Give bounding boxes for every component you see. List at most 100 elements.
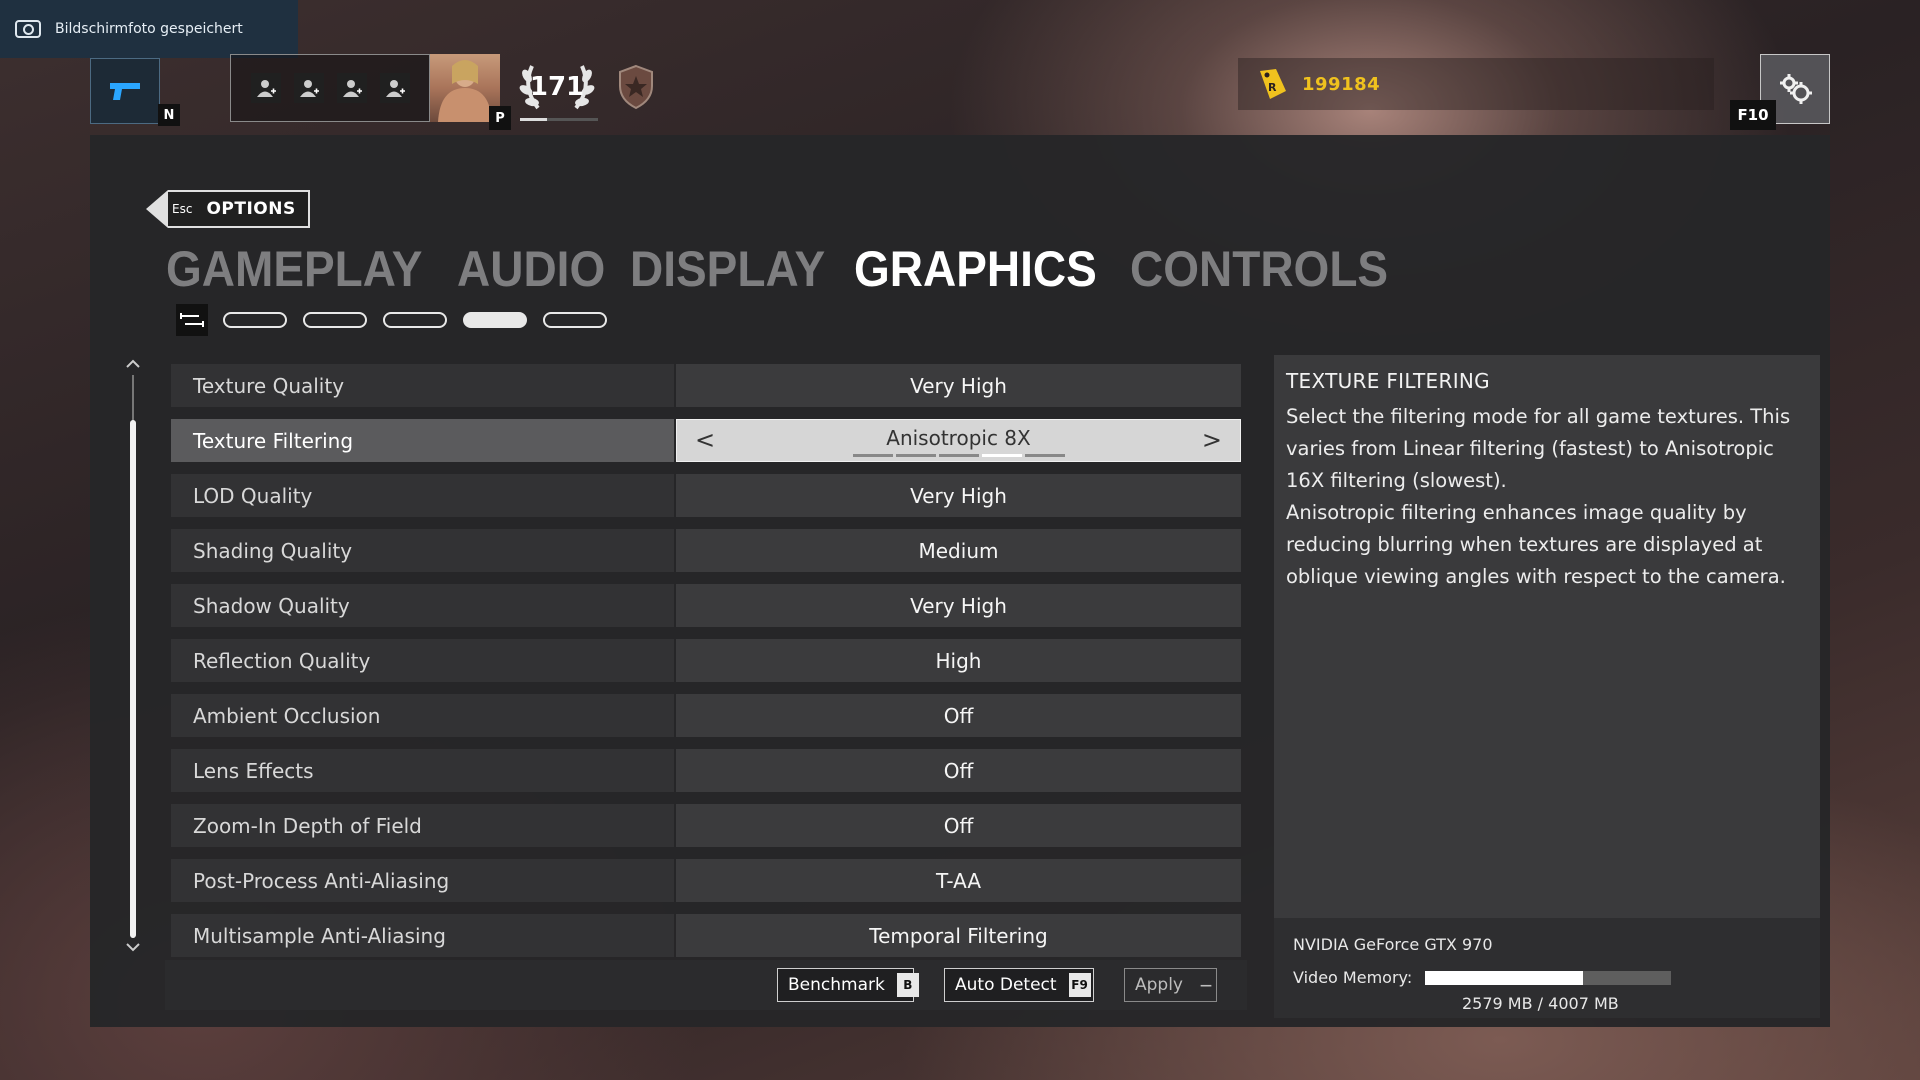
level-progress-bar bbox=[520, 118, 598, 121]
invite-friend-slot[interactable] bbox=[380, 73, 410, 103]
video-memory-bar bbox=[1425, 971, 1671, 985]
setting-name: Shading Quality bbox=[171, 529, 674, 572]
option-tick bbox=[981, 454, 1022, 457]
setting-row-shadow-quality[interactable]: Shadow Quality Very High bbox=[171, 584, 1241, 627]
loadout-button[interactable] bbox=[90, 58, 160, 124]
setting-name: Reflection Quality bbox=[171, 639, 674, 682]
apply-button[interactable]: Apply — bbox=[1124, 968, 1217, 1002]
add-friend-icon bbox=[257, 80, 276, 97]
chevron-right-icon[interactable]: > bbox=[1202, 426, 1222, 454]
invite-friend-slot[interactable] bbox=[251, 73, 281, 103]
setting-value: Anisotropic 8X bbox=[886, 425, 1031, 450]
description-text: Select the filtering mode for all game t… bbox=[1286, 405, 1791, 492]
setting-value[interactable]: Temporal Filtering bbox=[676, 914, 1241, 957]
back-arrow-icon bbox=[146, 190, 168, 228]
setting-row-texture-quality[interactable]: Texture Quality Very High bbox=[171, 364, 1241, 407]
auto-detect-label: Auto Detect bbox=[955, 975, 1057, 995]
setting-row-reflection-quality[interactable]: Reflection Quality High bbox=[171, 639, 1241, 682]
auto-detect-key: F9 bbox=[1068, 973, 1091, 997]
apply-label: Apply bbox=[1135, 975, 1183, 995]
setting-name: Multisample Anti-Aliasing bbox=[171, 914, 674, 957]
invite-friend-slot[interactable] bbox=[294, 73, 324, 103]
reset-icon[interactable] bbox=[176, 304, 208, 336]
level-progress-fill bbox=[520, 118, 548, 121]
options-label: OPTIONS bbox=[206, 199, 296, 219]
setting-name: Texture Filtering bbox=[171, 419, 674, 462]
setting-name: Zoom-In Depth of Field bbox=[171, 804, 674, 847]
description-text: Anisotropic filtering enhances image qua… bbox=[1286, 501, 1786, 588]
subtab-pill[interactable] bbox=[223, 312, 287, 328]
subtab-pill[interactable] bbox=[303, 312, 367, 328]
setting-value[interactable]: Very High bbox=[676, 584, 1241, 627]
graphics-settings-list: Texture Quality Very High Texture Filter… bbox=[171, 364, 1241, 969]
setting-row-ambient-occlusion[interactable]: Ambient Occlusion Off bbox=[171, 694, 1241, 737]
benchmark-label: Benchmark bbox=[788, 975, 885, 995]
setting-row-lod-quality[interactable]: LOD Quality Very High bbox=[171, 474, 1241, 517]
tab-gameplay[interactable]: GAMEPLAY bbox=[166, 240, 422, 298]
setting-name: LOD Quality bbox=[171, 474, 674, 517]
option-tick bbox=[1024, 454, 1065, 457]
setting-value[interactable]: Off bbox=[676, 694, 1241, 737]
description-title: TEXTURE FILTERING bbox=[1286, 369, 1490, 393]
renown-tag-icon: R bbox=[1260, 69, 1286, 99]
loadout-key-badge: N bbox=[158, 104, 180, 126]
setting-value[interactable]: Off bbox=[676, 749, 1241, 792]
setting-selector[interactable]: < Anisotropic 8X > bbox=[676, 419, 1241, 462]
subtab-pill[interactable] bbox=[383, 312, 447, 328]
setting-value[interactable]: Medium bbox=[676, 529, 1241, 572]
settings-key-badge: F10 bbox=[1730, 100, 1776, 130]
renown-amount: 199184 bbox=[1302, 73, 1381, 95]
setting-row-zoom-in-depth-of-field[interactable]: Zoom-In Depth of Field Off bbox=[171, 804, 1241, 847]
setting-value[interactable]: Very High bbox=[676, 364, 1241, 407]
setting-row-post-process-anti-aliasing[interactable]: Post-Process Anti-Aliasing T-AA bbox=[171, 859, 1241, 902]
setting-row-multisample-anti-aliasing[interactable]: Multisample Anti-Aliasing Temporal Filte… bbox=[171, 914, 1241, 957]
scroll-down-icon[interactable] bbox=[126, 940, 140, 954]
profile-key-badge: P bbox=[489, 106, 511, 130]
add-friend-icon bbox=[386, 80, 405, 97]
add-friend-icon bbox=[300, 80, 319, 97]
setting-name: Texture Quality bbox=[171, 364, 674, 407]
options-tabs: GAMEPLAY AUDIO DISPLAY GRAPHICS CONTROLS bbox=[166, 240, 1398, 298]
pistol-icon bbox=[110, 83, 140, 100]
setting-value[interactable]: Off bbox=[676, 804, 1241, 847]
setting-row-shading-quality[interactable]: Shading Quality Medium bbox=[171, 529, 1241, 572]
option-tick bbox=[895, 454, 936, 457]
renown-balance: R 199184 bbox=[1238, 58, 1714, 110]
video-memory-label: Video Memory: bbox=[1293, 968, 1413, 987]
setting-row-texture-filtering[interactable]: Texture Filtering < Anisotropic 8X > bbox=[171, 419, 1241, 462]
gpu-info-panel: NVIDIA GeForce GTX 970 Video Memory: 257… bbox=[1274, 918, 1820, 1018]
option-tick bbox=[938, 454, 979, 457]
scroll-thumb[interactable] bbox=[130, 420, 136, 938]
subtab-pill[interactable] bbox=[543, 312, 607, 328]
apply-key: — bbox=[1200, 978, 1212, 992]
setting-value[interactable]: T-AA bbox=[676, 859, 1241, 902]
tab-graphics[interactable]: GRAPHICS bbox=[854, 240, 1097, 298]
player-level: 171 bbox=[512, 52, 602, 122]
benchmark-button[interactable]: Benchmark B bbox=[777, 968, 919, 1002]
setting-description-panel: TEXTURE FILTERING Select the filtering m… bbox=[1274, 355, 1820, 918]
gpu-name: NVIDIA GeForce GTX 970 bbox=[1293, 935, 1493, 954]
level-number: 171 bbox=[529, 72, 585, 102]
rank-badge bbox=[617, 64, 655, 114]
invite-friend-slot[interactable] bbox=[337, 73, 367, 103]
options-back-button[interactable]: Esc OPTIONS bbox=[146, 190, 310, 228]
subtab-row bbox=[176, 304, 623, 336]
tab-audio[interactable]: AUDIO bbox=[457, 240, 605, 298]
squad-invite-bar bbox=[230, 54, 430, 122]
add-friend-icon bbox=[343, 80, 362, 97]
camera-icon bbox=[15, 20, 41, 38]
setting-name: Post-Process Anti-Aliasing bbox=[171, 859, 674, 902]
screenshot-saved-toast: Bildschirmfoto gespeichert bbox=[0, 0, 298, 58]
setting-name: Lens Effects bbox=[171, 749, 674, 792]
tab-display[interactable]: DISPLAY bbox=[630, 240, 825, 298]
subtab-pill-active[interactable] bbox=[463, 312, 527, 328]
chevron-left-icon[interactable]: < bbox=[695, 426, 715, 454]
setting-value[interactable]: Very High bbox=[676, 474, 1241, 517]
setting-value[interactable]: High bbox=[676, 639, 1241, 682]
esc-key-label: Esc bbox=[172, 202, 193, 216]
auto-detect-button[interactable]: Auto Detect F9 bbox=[944, 968, 1094, 1002]
setting-row-lens-effects[interactable]: Lens Effects Off bbox=[171, 749, 1241, 792]
tab-controls[interactable]: CONTROLS bbox=[1130, 240, 1388, 298]
video-memory-text: 2579 MB / 4007 MB bbox=[1462, 994, 1619, 1013]
scroll-up-icon[interactable] bbox=[126, 357, 140, 371]
